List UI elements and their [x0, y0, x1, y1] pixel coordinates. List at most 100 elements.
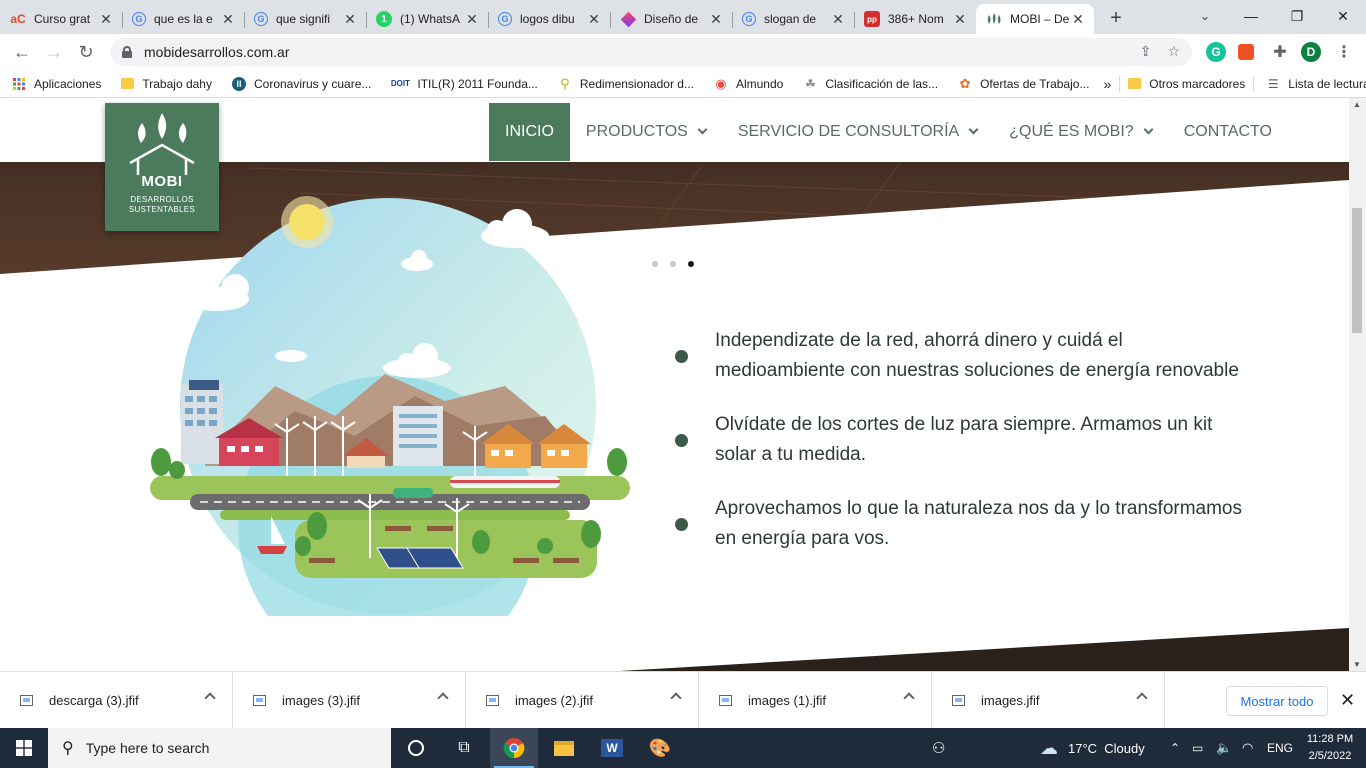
show-hidden-icons-chevron-icon[interactable]: ⌃: [1170, 728, 1180, 768]
close-tab-icon[interactable]: ✕: [1070, 11, 1086, 28]
bookmarks-overflow-icon[interactable]: »: [1097, 70, 1119, 98]
close-tab-icon[interactable]: ✕: [708, 11, 724, 28]
benefit-text: Aprovechamos lo que la naturaleza nos da…: [715, 498, 1242, 549]
close-downloads-icon[interactable]: ✕: [1340, 690, 1355, 711]
tab-title: que es la e: [154, 12, 213, 26]
reading-list[interactable]: ☰ Lista de lectura: [1253, 75, 1366, 92]
nav-contacto[interactable]: CONTACTO: [1168, 103, 1288, 161]
scroll-up-arrow-icon[interactable]: ▲: [1353, 100, 1361, 109]
file-explorer-icon[interactable]: [540, 728, 588, 768]
bookmark-folder[interactable]: Trabajo dahy: [109, 70, 220, 98]
tab-search-chevron-icon[interactable]: ⌄: [1195, 4, 1215, 28]
chevron-up-icon[interactable]: [1136, 692, 1148, 704]
mobi-leaves-icon: [986, 11, 1002, 27]
address-text: mobidesarrollos.com.ar: [144, 44, 290, 60]
browser-tab[interactable]: G slogan de ✕: [732, 4, 854, 34]
folder-icon: [1128, 78, 1142, 89]
paint-icon[interactable]: 🎨: [636, 728, 684, 768]
close-tab-icon[interactable]: ✕: [220, 11, 236, 28]
volume-icon[interactable]: 🔈: [1216, 728, 1232, 768]
clock[interactable]: 11:28 PM 2/5/2022: [1300, 731, 1360, 765]
taskbar-search-box[interactable]: ⚲ Type here to search: [48, 728, 391, 768]
chevron-up-icon[interactable]: [204, 692, 216, 704]
new-tab-button[interactable]: +: [1102, 4, 1130, 32]
close-tab-icon[interactable]: ✕: [464, 11, 480, 28]
chrome-taskbar-icon[interactable]: [490, 728, 538, 768]
scrollbar-thumb[interactable]: [1352, 208, 1362, 333]
close-tab-icon[interactable]: ✕: [98, 11, 114, 28]
wifi-icon[interactable]: ◠: [1242, 728, 1253, 768]
browser-tab-active[interactable]: MOBI – De ✕: [976, 4, 1094, 34]
close-tab-icon[interactable]: ✕: [342, 11, 358, 28]
grammarly-icon[interactable]: G: [1206, 42, 1226, 62]
bookmark-item[interactable]: ☘ Clasificación de las...: [791, 70, 946, 98]
download-item[interactable]: images (1).jfif: [699, 672, 932, 728]
bookmark-star-icon[interactable]: ☆: [1167, 43, 1180, 60]
restore-icon[interactable]: ❐: [1274, 0, 1320, 32]
show-all-downloads-button[interactable]: Mostrar todo: [1226, 686, 1328, 716]
nav-productos[interactable]: PRODUCTOS: [570, 103, 722, 161]
profile-avatar[interactable]: D: [1301, 42, 1321, 62]
download-item[interactable]: images (3).jfif: [233, 672, 466, 728]
language-indicator[interactable]: ENG: [1267, 728, 1293, 768]
scroll-down-arrow-icon[interactable]: ▼: [1353, 660, 1361, 669]
windows-start-icon[interactable]: [0, 728, 48, 768]
browser-tab[interactable]: G que signifi ✕: [244, 4, 366, 34]
browser-tab[interactable]: 1 (1) WhatsA ✕: [366, 4, 488, 34]
close-tab-icon[interactable]: ✕: [586, 11, 602, 28]
whatsapp-icon: 1: [376, 11, 392, 27]
reading-list-icon: ☰: [1267, 76, 1279, 91]
share-icon[interactable]: ⇪: [1140, 43, 1152, 60]
network-icon[interactable]: ▭: [1192, 728, 1203, 768]
other-bookmarks[interactable]: Otros marcadores: [1119, 75, 1253, 92]
extension-red-icon[interactable]: [1238, 44, 1254, 60]
weather-text: 17°C Cloudy: [1068, 740, 1145, 756]
bookmark-item[interactable]: ✿ Ofertas de Trabajo...: [946, 70, 1097, 98]
browser-tab[interactable]: G logos dibu ✕: [488, 4, 610, 34]
nav-que-es-mobi[interactable]: ¿QUÉ ES MOBI?: [993, 103, 1167, 161]
slider-dot[interactable]: [670, 261, 676, 267]
bookmark-item[interactable]: ⚲ Redimensionador d...: [546, 70, 702, 98]
chevron-up-icon[interactable]: [670, 692, 682, 704]
bookmark-apps[interactable]: Aplicaciones: [0, 70, 109, 98]
nav-inicio[interactable]: INICIO: [489, 103, 570, 161]
cortana-icon[interactable]: [392, 728, 440, 768]
slider-dot[interactable]: [652, 261, 658, 267]
bookmark-item[interactable]: ll Coronavirus y cuare...: [220, 70, 379, 98]
nav-label: CONTACTO: [1183, 123, 1272, 140]
slider-dot-active[interactable]: [688, 261, 694, 267]
weather-widget[interactable]: ☁ 17°C Cloudy: [1040, 728, 1145, 768]
page-scrollbar[interactable]: ▲ ▼: [1349, 98, 1366, 671]
browser-tab[interactable]: pp 386+ Nom ✕: [854, 4, 976, 34]
close-tab-icon[interactable]: ✕: [830, 11, 846, 28]
reload-icon[interactable]: ↻: [70, 36, 102, 68]
download-item[interactable]: images (2).jfif: [466, 672, 699, 728]
mobi-logo[interactable]: MOBI DESARROLLOS SUSTENTABLES: [105, 103, 219, 231]
address-bar[interactable]: mobidesarrollos.com.ar ⇪ ☆: [110, 38, 1192, 66]
bookmark-label: Trabajo dahy: [142, 76, 212, 91]
bookmark-item[interactable]: DOIT ITIL(R) 2011 Founda...: [379, 70, 546, 98]
chevron-up-icon[interactable]: [437, 692, 449, 704]
back-arrow-icon[interactable]: ←: [6, 36, 38, 68]
browser-tab[interactable]: Diseño de ✕: [610, 4, 732, 34]
tab-favicon: aC: [10, 12, 26, 26]
chevron-up-icon[interactable]: [903, 692, 915, 704]
menu-kebab-icon[interactable]: ⋮: [1334, 42, 1354, 62]
word-icon[interactable]: W: [588, 728, 636, 768]
bullet-dot-icon: [675, 433, 688, 447]
image-file-icon: [952, 694, 965, 706]
close-window-icon[interactable]: ✕: [1320, 0, 1366, 32]
download-item[interactable]: descarga (3).jfif: [0, 672, 233, 728]
people-icon[interactable]: ⚇: [932, 728, 945, 768]
bookmark-item[interactable]: ◉ Almundo: [702, 70, 791, 98]
minimize-icon[interactable]: —: [1228, 0, 1274, 32]
close-tab-icon[interactable]: ✕: [952, 11, 968, 28]
browser-tab[interactable]: G que es la e ✕: [122, 4, 244, 34]
download-item[interactable]: images.jfif: [932, 672, 1165, 728]
forward-arrow-icon[interactable]: →: [38, 36, 70, 68]
nav-servicio-consultoria[interactable]: SERVICIO DE CONSULTORÍA: [722, 103, 993, 161]
task-view-icon[interactable]: ⧉: [440, 728, 488, 768]
site-icon: ☘: [804, 76, 816, 91]
browser-tab[interactable]: aC Curso grat ✕: [0, 4, 122, 34]
extensions-puzzle-icon[interactable]: ✚: [1270, 42, 1290, 62]
